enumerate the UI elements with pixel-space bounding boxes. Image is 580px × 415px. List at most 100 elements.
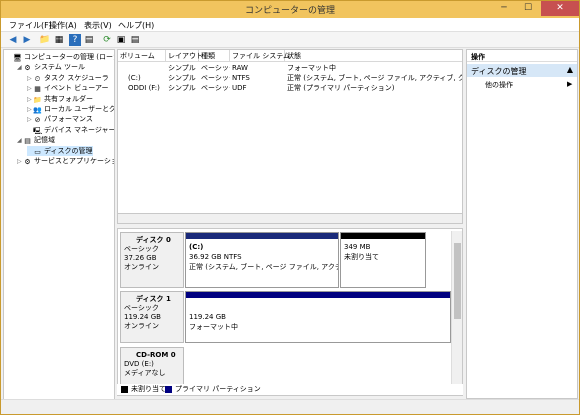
vertical-scrollbar[interactable] (451, 231, 462, 394)
close-button[interactable]: ✕ (541, 1, 579, 16)
tree-item[interactable]: ▷ ⏲ タスク スケジューラ (27, 73, 109, 83)
tree-item[interactable]: ◢ ▤ 記憶域 (17, 135, 55, 145)
tree-node-icon: ▭ (34, 147, 41, 156)
console-tree: 🖥コンピューターの管理 (ローカル)◢⚙システム ツール▷⏲タスク スケジューラ… (3, 49, 115, 413)
collapse-icon[interactable]: ▲ (567, 65, 573, 74)
disk-header[interactable]: ディスク 0 ベーシック 37.26 GB オンライン (120, 232, 184, 288)
disk-type: ベーシック (124, 245, 159, 253)
partition-line1: 119.24 GB (189, 313, 226, 321)
help-icon[interactable]: ? (69, 34, 81, 46)
volume-cell-fs: NTFS (232, 74, 250, 82)
tree-node-icon: ⊘ (34, 116, 41, 125)
partition-line2: 正常 (システム, ブート, ページ ファイル, アクティブ, ク (189, 263, 338, 271)
disk-name: ディスク 1 (136, 295, 171, 303)
partition[interactable]: 349 MB 未割り当て (340, 232, 426, 288)
column-header-layout[interactable]: レイアウト (166, 50, 203, 62)
disk-size: 119.24 GB (124, 313, 161, 321)
back-icon[interactable]: ◀ (7, 34, 19, 46)
tree-item[interactable]: ▷ ⊘ パフォーマンス (27, 114, 93, 124)
tree-item[interactable]: ▷👥ローカル ユーザーとグループ (27, 104, 114, 114)
tree-item[interactable]: ◢ ⚙ システム ツール (17, 62, 85, 72)
menu-bar: ファイル(F) 操作(A) 表示(V) ヘルプ(H) (1, 18, 579, 32)
disk-state: オンライン (124, 263, 159, 271)
maximize-button[interactable]: ☐ (517, 1, 539, 16)
disk-size: 37.26 GB (124, 254, 157, 262)
legend-label-primary: プライマリ パーティション (175, 385, 261, 393)
tree-node-icon: ▦ (34, 85, 41, 94)
more-actions-link[interactable]: 他の操作 (485, 80, 513, 90)
tree-node-icon: ⚙ (24, 64, 31, 73)
actions-section-disk-management[interactable]: ディスクの管理 ▲ (467, 64, 577, 77)
forward-icon[interactable]: ▶ (21, 34, 33, 46)
tree-node-icon: ⚙ (24, 158, 31, 166)
disk-name: CD-ROM 0 (136, 351, 176, 359)
partition[interactable]: 119.24 GB フォーマット中 (185, 291, 451, 343)
column-header-volume[interactable]: ボリューム (118, 50, 166, 62)
tree-item-label: 記憶域 (34, 136, 55, 145)
volume-row[interactable]: ODDI (F:) シンプルベーシックUDF 正常 (プライマリ パーティション) (118, 83, 462, 93)
tree-item[interactable]: 🖳 デバイス マネージャー (27, 125, 114, 135)
partition-line1: 36.92 GB NTFS (189, 253, 242, 261)
disk-header[interactable]: ディスク 1 ベーシック 119.24 GB オンライン (120, 291, 184, 343)
volume-cell-vol: (C:) (128, 74, 141, 82)
volume-row[interactable]: (C:) シンプルベーシックNTFS 正常 (システム, ブート, ページ ファイル… (118, 73, 462, 83)
menu-action[interactable]: 操作(A) (49, 20, 77, 31)
disk-state: オンライン (124, 322, 159, 330)
tree-node-icon: 👥 (33, 106, 42, 114)
refresh-icon[interactable]: ⟳ (101, 34, 113, 46)
legend-swatch-primary (165, 386, 172, 393)
disk-name: ディスク 0 (136, 236, 171, 244)
volume-cell-fs: UDF (232, 84, 247, 92)
partition-line2: 未割り当て (344, 253, 379, 261)
volume-cell-type: ベーシック (201, 74, 230, 82)
console-tree-icon[interactable]: ▦ (53, 34, 65, 46)
toolbar: ◀ ▶ 📁 ▦ ? ▤ ⟳ ▣ ▤ (1, 32, 579, 48)
tree-item[interactable]: ▷ ▦ イベント ビューアー (27, 83, 109, 93)
menu-file[interactable]: ファイル(F) (9, 20, 52, 31)
disk-list-icon[interactable]: ▤ (129, 34, 141, 46)
disk-state: メディアなし (124, 369, 166, 377)
actions-section-label: ディスクの管理 (471, 67, 527, 76)
menu-help[interactable]: ヘルプ(H) (118, 20, 154, 31)
properties-icon[interactable]: ▣ (115, 34, 127, 46)
tree-item-label: サービスとアプリケーション (34, 157, 114, 165)
column-header-filesystem[interactable]: ファイル システム (230, 50, 290, 62)
tree-item[interactable]: ▷⚙サービスとアプリケーション (17, 156, 114, 166)
scrollbar-thumb[interactable] (454, 243, 461, 319)
status-bar (1, 399, 579, 414)
volume-cell-layout: シンプル (168, 74, 196, 82)
list-view-icon[interactable]: ▤ (83, 34, 95, 46)
tree-item[interactable]: 🖥コンピューターの管理 (ローカル) (7, 52, 114, 62)
tree-node-icon: 🖥 (13, 54, 22, 62)
tree-item-label: イベント ビューアー (44, 84, 109, 93)
volume-cell-layout: シンプル (168, 64, 196, 72)
legend-label-unallocated: 未割り当て (131, 385, 166, 393)
volume-row[interactable]: シンプルベーシックRAW フォーマット中 (118, 63, 462, 73)
tree-item-label: コンピューターの管理 (ローカル) (24, 53, 114, 61)
tree-item-label: パフォーマンス (44, 115, 93, 124)
window: コンピューターの管理 ─ ☐ ✕ ファイル(F) 操作(A) 表示(V) ヘルプ… (0, 0, 580, 415)
tree-item[interactable]: ▭ ディスクの管理 (27, 145, 93, 156)
menu-view[interactable]: 表示(V) (84, 20, 112, 31)
disk-map: ディスク 0 ベーシック 37.26 GB オンライン (C:) 36.92 GB NTF… (117, 228, 463, 396)
volume-cell-status: フォーマット中 (287, 64, 336, 72)
up-folder-icon[interactable]: 📁 (39, 34, 51, 46)
title-bar[interactable]: コンピューターの管理 ─ ☐ ✕ (1, 1, 579, 18)
tree-item-label: タスク スケジューラ (44, 73, 109, 82)
tree-item-label: システム ツール (34, 63, 86, 72)
tree-item-label: ディスクの管理 (44, 146, 93, 155)
horizontal-scrollbar[interactable] (117, 213, 463, 224)
column-header-type[interactable]: 種類 (199, 50, 230, 62)
column-header-status[interactable]: 状態 (285, 50, 462, 62)
volume-list: ボリューム レイアウト 種類 ファイル システム 状態 シンプルベーシックRAW… (117, 49, 463, 224)
tree-item[interactable]: ▷ 📁 共有フォルダー (27, 94, 93, 104)
disk-type: ベーシック (124, 304, 159, 312)
volume-cell-vol: ODDI (F:) (128, 84, 160, 92)
minimize-button[interactable]: ─ (493, 1, 515, 16)
volume-cell-vol (118, 63, 166, 73)
actions-header: 操作 (467, 50, 577, 62)
volume-cell-status: 正常 (プライマリ パーティション) (287, 84, 395, 92)
submenu-arrow-icon: ▶ (567, 80, 573, 88)
partition[interactable]: (C:) 36.92 GB NTFS 正常 (システム, ブート, ページ ファイル… (185, 232, 339, 288)
tree-item-label: 共有フォルダー (44, 94, 93, 103)
